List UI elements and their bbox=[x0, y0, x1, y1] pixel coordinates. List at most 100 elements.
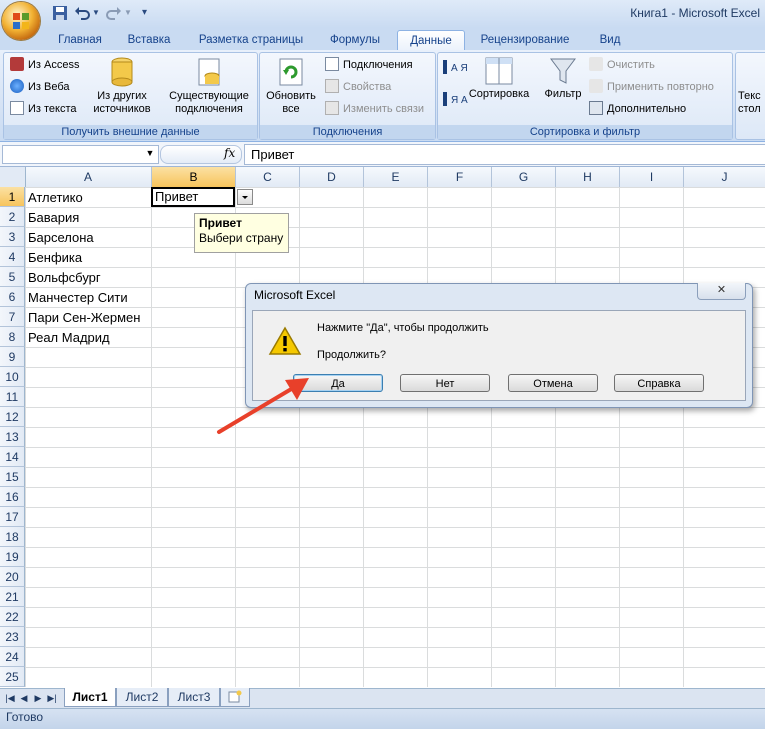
validation-input-message: Привет Выбери страну bbox=[194, 213, 289, 253]
row-header[interactable]: 21 bbox=[0, 587, 25, 607]
cell-a6[interactable]: Манчестер Сити bbox=[25, 288, 128, 308]
cell-a5[interactable]: Вольфсбург bbox=[25, 268, 101, 288]
edit-links-button[interactable]: Изменить связи bbox=[325, 100, 424, 118]
column-header[interactable]: G bbox=[492, 167, 556, 187]
row-header[interactable]: 12 bbox=[0, 407, 25, 427]
row-header[interactable]: 22 bbox=[0, 607, 25, 627]
row-header[interactable]: 10 bbox=[0, 367, 25, 387]
sort-button[interactable]: Сортировка bbox=[465, 56, 533, 101]
row-header[interactable]: 23 bbox=[0, 627, 25, 647]
no-button[interactable]: Нет bbox=[400, 374, 490, 392]
tab-formulas[interactable]: Формулы bbox=[323, 30, 387, 50]
row-header[interactable]: 17 bbox=[0, 507, 25, 527]
cell-grid[interactable] bbox=[25, 187, 765, 687]
dialog-close-button[interactable]: ✕ bbox=[697, 283, 746, 300]
properties-button[interactable]: Свойства bbox=[325, 78, 391, 96]
column-header[interactable]: I bbox=[620, 167, 684, 187]
row-header[interactable]: 18 bbox=[0, 527, 25, 547]
refresh-all-button[interactable]: Обновить все bbox=[262, 56, 320, 116]
row-header[interactable]: 8 bbox=[0, 327, 25, 347]
redo-icon[interactable] bbox=[106, 5, 122, 21]
tab-insert[interactable]: Вставка bbox=[118, 30, 180, 50]
filter-button[interactable]: Фильтр bbox=[541, 56, 585, 101]
sheet-tab-2[interactable]: Лист2 bbox=[116, 688, 168, 707]
row-header[interactable]: 2 bbox=[0, 207, 25, 227]
undo-icon[interactable] bbox=[74, 5, 90, 21]
name-box[interactable] bbox=[2, 145, 159, 164]
tab-review[interactable]: Рецензирование bbox=[472, 30, 578, 50]
column-header[interactable]: H bbox=[556, 167, 620, 187]
quick-access-toolbar: ▼ ▼ ▾ bbox=[46, 5, 156, 23]
cell-a2[interactable]: Бавария bbox=[25, 208, 79, 228]
tab-data[interactable]: Данные bbox=[397, 30, 465, 52]
from-text-button[interactable]: Из текста bbox=[10, 100, 77, 118]
cancel-button[interactable]: Отмена bbox=[508, 374, 598, 392]
name-box-dropdown-icon[interactable]: ▼ bbox=[143, 145, 157, 162]
advanced-filter-button[interactable]: Дополнительно bbox=[589, 100, 686, 118]
sort-a-z-button[interactable]: А Я bbox=[443, 60, 468, 78]
insert-sheet-button[interactable] bbox=[220, 688, 250, 707]
cell-a8[interactable]: Реал Мадрид bbox=[25, 328, 110, 348]
active-cell-b1[interactable]: Привет bbox=[151, 187, 235, 207]
dialog-title: Microsoft Excel bbox=[254, 288, 336, 302]
row-header[interactable]: 20 bbox=[0, 567, 25, 587]
row-header[interactable]: 6 bbox=[0, 287, 25, 307]
row-header[interactable]: 15 bbox=[0, 467, 25, 487]
save-icon[interactable] bbox=[52, 5, 68, 21]
validation-dropdown-button[interactable] bbox=[237, 189, 253, 205]
row-header[interactable]: 13 bbox=[0, 427, 25, 447]
cell-a4[interactable]: Бенфика bbox=[25, 248, 82, 268]
insert-sheet-icon bbox=[228, 690, 242, 703]
connections-button[interactable]: Подключения bbox=[325, 56, 413, 74]
cell-a3[interactable]: Барселона bbox=[25, 228, 94, 248]
redo-dropdown-icon[interactable]: ▼ bbox=[124, 5, 140, 21]
cell-a1[interactable]: Атлетико bbox=[25, 188, 83, 208]
text-to-columns-button[interactable]: Текс стол bbox=[738, 90, 765, 116]
row-header[interactable]: 5 bbox=[0, 267, 25, 287]
reapply-button[interactable]: Применить повторно bbox=[589, 78, 714, 96]
cell-a7[interactable]: Пари Сен-Жермен bbox=[25, 308, 140, 328]
row-header[interactable]: 7 bbox=[0, 307, 25, 327]
clear-filter-button[interactable]: Очистить bbox=[589, 56, 655, 74]
row-header[interactable]: 3 bbox=[0, 227, 25, 247]
row-header-selected[interactable]: 1 bbox=[0, 187, 25, 207]
from-access-button[interactable]: Из Access bbox=[10, 56, 79, 74]
row-header[interactable]: 4 bbox=[0, 247, 25, 267]
status-text: Готово bbox=[6, 710, 44, 724]
select-all-corner[interactable] bbox=[0, 167, 26, 187]
row-header[interactable]: 11 bbox=[0, 387, 25, 407]
column-header[interactable]: F bbox=[428, 167, 492, 187]
customize-qat-icon[interactable]: ▾ bbox=[142, 5, 158, 21]
formula-input[interactable]: Привет bbox=[244, 144, 765, 165]
row-header[interactable]: 25 bbox=[0, 667, 25, 687]
row-header[interactable]: 24 bbox=[0, 647, 25, 667]
from-web-button[interactable]: Из Веба bbox=[10, 78, 70, 96]
help-button[interactable]: Справка bbox=[614, 374, 704, 392]
red-arrow-annotation-icon bbox=[217, 378, 309, 434]
tab-page-layout[interactable]: Разметка страницы bbox=[192, 30, 310, 50]
grid-line bbox=[151, 187, 152, 687]
prev-sheet-icon[interactable]: ◀ bbox=[18, 691, 30, 705]
column-header-selected[interactable]: B bbox=[152, 167, 236, 187]
sheet-tab-3[interactable]: Лист3 bbox=[168, 688, 220, 707]
row-header[interactable]: 16 bbox=[0, 487, 25, 507]
column-header[interactable]: A bbox=[25, 167, 152, 187]
column-header[interactable]: J bbox=[684, 167, 765, 187]
column-header[interactable]: C bbox=[236, 167, 300, 187]
from-other-sources-button[interactable]: Из других источников bbox=[88, 56, 156, 116]
tab-view[interactable]: Вид bbox=[590, 30, 630, 50]
existing-connections-button[interactable]: Существующие подключения bbox=[166, 56, 252, 116]
row-header[interactable]: 14 bbox=[0, 447, 25, 467]
row-header[interactable]: 19 bbox=[0, 547, 25, 567]
next-sheet-icon[interactable]: ▶ bbox=[32, 691, 44, 705]
first-sheet-icon[interactable]: |◀ bbox=[4, 691, 16, 705]
office-button[interactable] bbox=[2, 2, 40, 40]
column-header[interactable]: D bbox=[300, 167, 364, 187]
last-sheet-icon[interactable]: ▶| bbox=[46, 691, 58, 705]
row-header[interactable]: 9 bbox=[0, 347, 25, 367]
tab-home[interactable]: Главная bbox=[49, 30, 111, 50]
insert-function-icon[interactable]: fx bbox=[224, 145, 235, 162]
sort-z-a-button[interactable]: Я А bbox=[443, 92, 468, 110]
sheet-tab-1[interactable]: Лист1 bbox=[64, 688, 116, 707]
column-header[interactable]: E bbox=[364, 167, 428, 187]
